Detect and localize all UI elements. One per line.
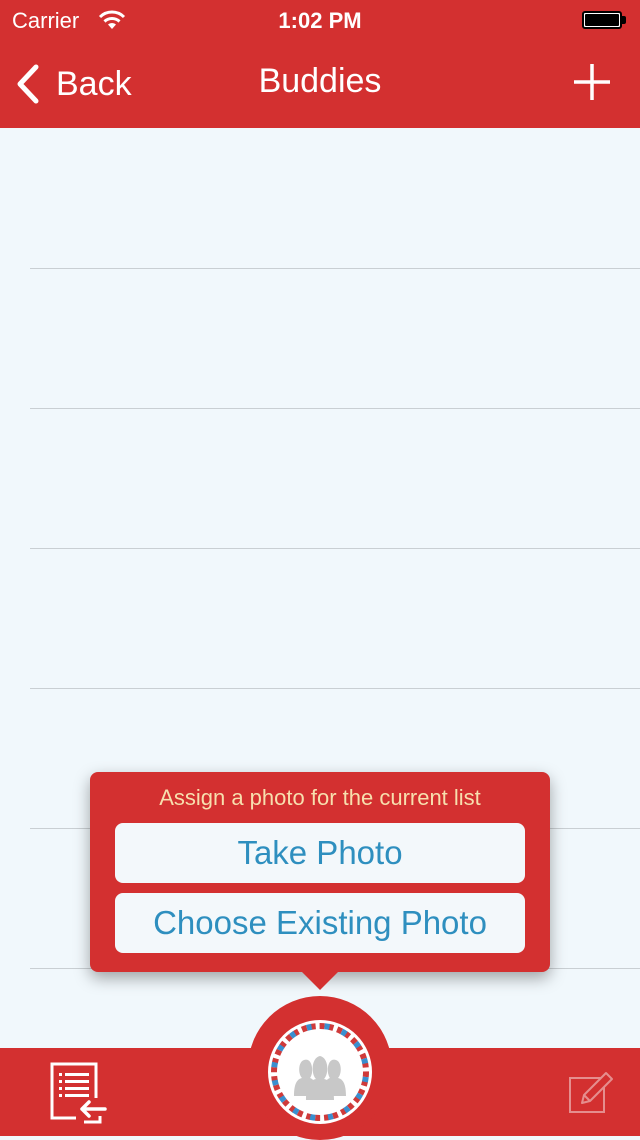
list-row[interactable] xyxy=(30,128,640,269)
photo-popover: Assign a photo for the current list Take… xyxy=(90,772,550,990)
battery-icon xyxy=(582,11,626,29)
popover-title: Assign a photo for the current list xyxy=(159,785,481,810)
plus-icon[interactable] xyxy=(572,62,612,102)
list-row[interactable] xyxy=(30,548,640,689)
list-row[interactable] xyxy=(30,408,640,549)
status-bar: Carrier 1:02 PM xyxy=(0,0,640,40)
popover-arrow xyxy=(302,972,338,990)
list-import-icon[interactable] xyxy=(50,1062,108,1124)
page-title: Buddies xyxy=(258,62,382,100)
group-avatar-icon[interactable] xyxy=(264,1016,376,1128)
list-row[interactable] xyxy=(30,268,640,409)
take-photo-button[interactable]: Take Photo xyxy=(115,823,525,883)
status-time: 1:02 PM xyxy=(278,8,362,33)
choose-existing-photo-button[interactable]: Choose Existing Photo xyxy=(115,893,525,953)
bottom-toolbar xyxy=(0,996,640,1140)
edit-icon[interactable] xyxy=(568,1070,616,1116)
navigation-bar: Back Buddies xyxy=(0,40,640,128)
